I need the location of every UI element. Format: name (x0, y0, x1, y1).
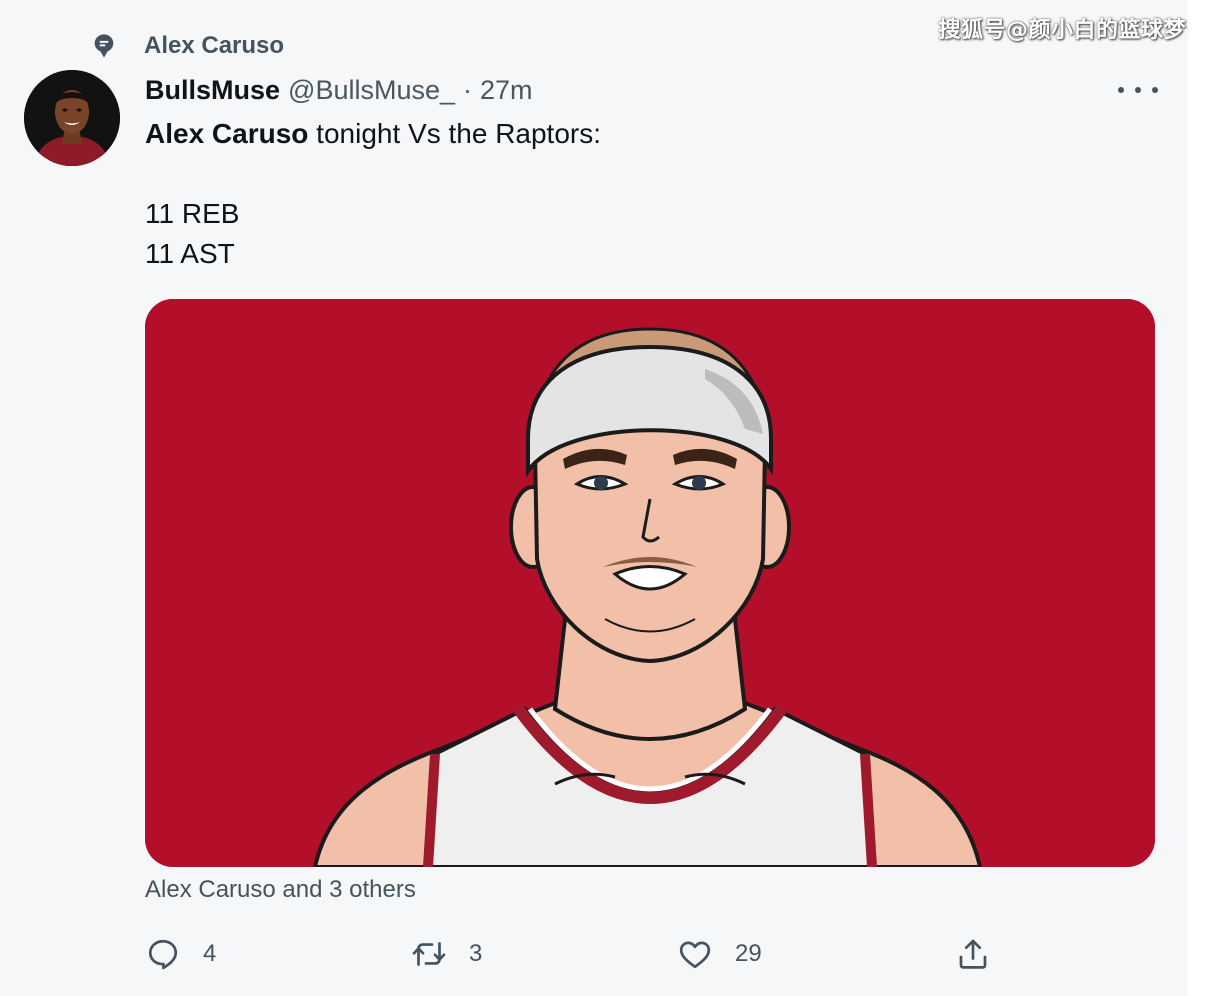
user-handle[interactable]: @BullsMuse_ (288, 75, 455, 106)
reply-icon (148, 939, 178, 970)
tweet-header: BullsMuse @BullsMuse_ · 27m (145, 72, 533, 108)
display-name[interactable]: BullsMuse (145, 75, 280, 106)
watermark: 搜狐号@颜小白的篮球梦 (938, 18, 1186, 43)
mention-link[interactable]: Alex Caruso (145, 118, 308, 149)
tweet-actions: 4 3 29 (145, 932, 1005, 976)
topic-icon (94, 34, 114, 58)
avatar-image (24, 70, 120, 166)
social-context-label[interactable]: Alex Caruso (144, 32, 284, 60)
retweet-icon (412, 942, 446, 966)
player-illustration (145, 299, 1155, 867)
avatar[interactable] (24, 70, 120, 166)
share-button[interactable] (955, 932, 991, 976)
like-count: 29 (735, 940, 762, 967)
separator-dot: · (463, 74, 473, 105)
tweet-line-3: 11 AST (145, 238, 235, 269)
like-button[interactable]: 29 (677, 932, 762, 976)
tagged-users[interactable]: Alex Caruso and 3 others (145, 876, 416, 904)
retweet-count: 3 (469, 940, 483, 967)
reply-button[interactable]: 4 (145, 932, 216, 976)
timestamp[interactable]: 27m (480, 75, 533, 106)
more-options-icon[interactable] (1118, 76, 1158, 104)
tweet-card[interactable]: Alex Caruso BullsMuse @BullsMuse_ · 27m … (0, 0, 1188, 996)
retweet-button[interactable]: 3 (411, 932, 482, 976)
tweet-text: Alex Caruso tonight Vs the Raptors: 11 R… (145, 114, 601, 274)
tweet-line-2: 11 REB (145, 198, 240, 229)
reply-count: 4 (203, 940, 217, 967)
share-icon (959, 939, 987, 969)
tweet-media[interactable] (145, 299, 1155, 867)
tweet-text-rest: tonight Vs the Raptors: (308, 118, 602, 149)
heart-icon (679, 941, 711, 969)
social-context: Alex Caruso (90, 30, 284, 62)
page-edge (1188, 0, 1214, 996)
tweet-line-1: Alex Caruso tonight Vs the Raptors: (145, 114, 601, 154)
